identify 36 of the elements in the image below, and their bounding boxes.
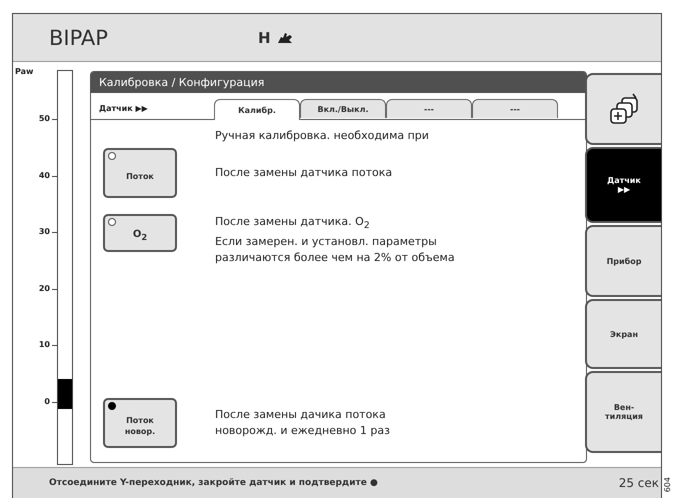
pressure-fill [58, 379, 72, 409]
tab[interactable]: --- [386, 99, 472, 118]
side-tab[interactable]: Датчик ▶▶ [585, 147, 661, 223]
section-label: Датчик ▶▶ [99, 104, 149, 115]
cards-stack-icon [607, 92, 641, 126]
description-text: После замены датчика потока [215, 165, 392, 181]
scale-label: 50 [38, 114, 50, 124]
tab[interactable]: --- [472, 99, 558, 118]
description-text: новорожд. и ежедневно 1 раз [215, 423, 390, 439]
figure-number: 604 [663, 476, 672, 492]
menu-tab[interactable] [585, 73, 661, 145]
calibrate-button[interactable]: Поток новор. [103, 398, 177, 448]
timer-text: 25 сек [618, 476, 659, 490]
patient-label: H [258, 28, 271, 46]
figure-icon [276, 32, 293, 44]
scale-label: 0 [44, 396, 50, 407]
description-text: Если замерен. и установл. параметры [215, 234, 438, 250]
side-tab[interactable]: Экран [585, 299, 661, 369]
scale-label: 40 [38, 170, 50, 181]
tab[interactable]: Калибр. [214, 99, 300, 120]
status-message: Отсоедините Y-переходник, закройте датчик и подтвердите ● [49, 478, 379, 488]
pressure-label: Paw [15, 67, 34, 76]
description-text: различаются более чем на 2% от объема [215, 250, 455, 266]
description-text: После замены дачика потока [215, 407, 387, 423]
description-text: После замены датчика. O$_{2}$ [215, 214, 371, 234]
calibrate-button[interactable]: O$_{2}$ [103, 214, 177, 252]
scale-label: 20 [38, 284, 50, 294]
mode-label: BIPAP [49, 26, 108, 50]
side-tab[interactable]: Вен-тиляция [585, 371, 661, 453]
panel-title: Калибровка / Конфигурация [91, 72, 586, 93]
tab[interactable]: Вкл./Выкл. [300, 99, 386, 118]
calibrate-button[interactable]: Поток [103, 148, 177, 198]
scale-label: 30 [38, 227, 50, 238]
scale-label: 10 [38, 340, 50, 350]
side-tab[interactable]: Прибор [585, 225, 661, 297]
intro-text: Ручная калибровка. необходима при [215, 128, 430, 143]
